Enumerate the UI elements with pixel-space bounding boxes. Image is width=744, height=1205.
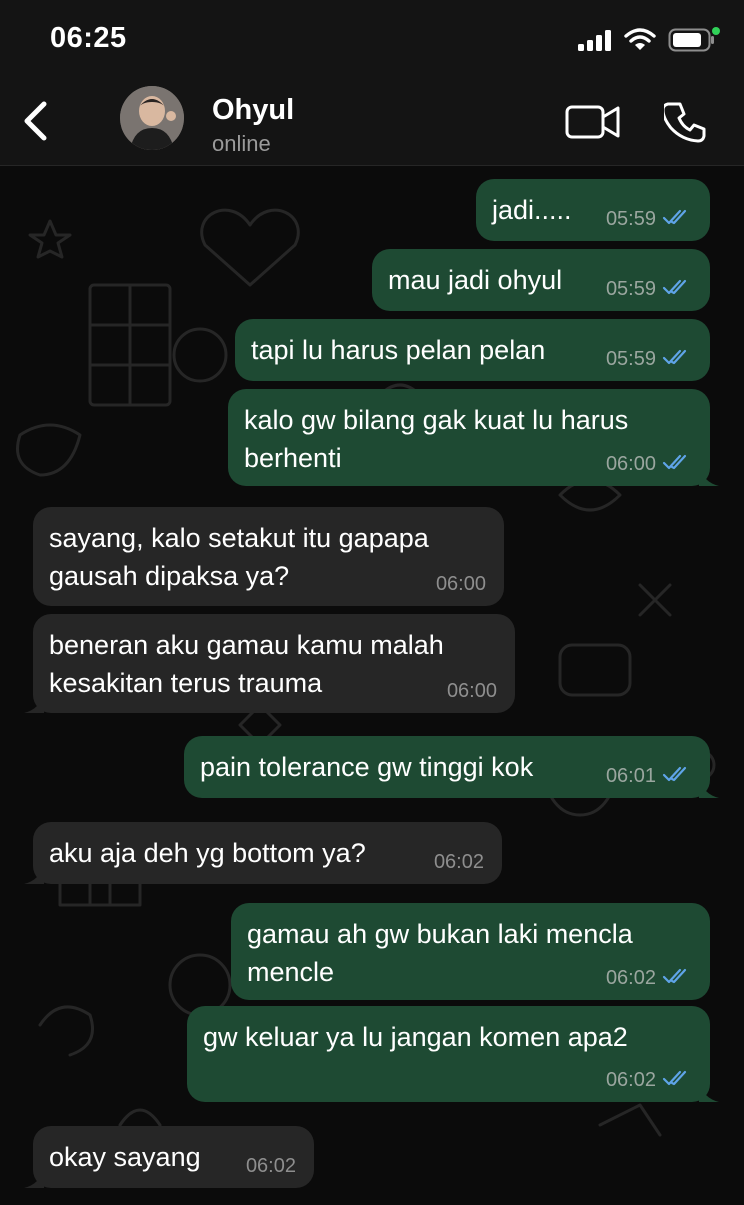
- video-camera-icon: [565, 103, 621, 146]
- contact-status: online: [212, 131, 271, 156]
- message-time: 06:00: [605, 453, 656, 475]
- message-time: 06:00: [435, 573, 486, 595]
- bubble-tail: [24, 693, 44, 713]
- message-meta: 06:02: [606, 967, 692, 990]
- message-time: 05:59: [605, 208, 656, 230]
- double-check-icon: [662, 967, 692, 990]
- message-text: aku aja deh yg bottom ya?: [49, 838, 366, 868]
- message-meta: 06:00: [606, 453, 692, 476]
- bubble-tail: [699, 1082, 719, 1102]
- battery-icon: [668, 27, 720, 58]
- message-bubble-incoming[interactable]: sayang, kalo setakut itu gapapa gausah d…: [33, 507, 504, 606]
- contact-name[interactable]: Ohyul: [212, 94, 294, 127]
- message-time: 06:02: [433, 851, 484, 873]
- message-meta: 05:59: [606, 278, 692, 301]
- message-bubble-outgoing[interactable]: pain tolerance gw tinggi kok 06:01: [184, 736, 719, 798]
- double-check-icon: [662, 1069, 692, 1092]
- message-bubble-outgoing[interactable]: tapi lu harus pelan pelan 05:59: [235, 319, 710, 381]
- phone-icon: [661, 101, 706, 148]
- wifi-icon: [624, 28, 656, 57]
- message-bubble-incoming[interactable]: okay sayang 06:02: [24, 1126, 314, 1188]
- video-call-button[interactable]: [562, 102, 624, 146]
- double-check-icon: [662, 208, 692, 231]
- message-time: 06:02: [605, 967, 656, 989]
- message-meta: 06:01: [606, 765, 692, 788]
- double-check-icon: [662, 453, 692, 476]
- status-icons: [578, 27, 720, 58]
- message-time: 05:59: [605, 278, 656, 300]
- double-check-icon: [662, 765, 692, 788]
- bubble-tail: [699, 778, 719, 798]
- message-text: gw keluar ya lu jangan komen apa2: [203, 1022, 628, 1052]
- message-bubble-incoming[interactable]: aku aja deh yg bottom ya? 06:02: [24, 822, 502, 884]
- chat-header: Ohyul online: [0, 82, 744, 166]
- message-text: beneran aku gamau kamu malah kesakitan t…: [49, 630, 452, 698]
- back-button[interactable]: [14, 98, 56, 148]
- message-time: 06:01: [605, 765, 656, 787]
- message-bubble-incoming[interactable]: beneran aku gamau kamu malah kesakitan t…: [24, 614, 515, 713]
- message-time: 05:59: [605, 348, 656, 370]
- contact-avatar[interactable]: [120, 86, 184, 150]
- message-meta: 05:59: [606, 348, 692, 371]
- message-list[interactable]: jadi..... 05:59 mau jadi ohyul 05:59 tap…: [0, 165, 744, 1200]
- bubble-tail: [24, 864, 44, 884]
- bubble-tail: [24, 1168, 44, 1188]
- status-bar: 06:25: [0, 0, 744, 82]
- message-meta: 06:02: [246, 1155, 296, 1178]
- double-check-icon: [662, 348, 692, 371]
- message-bubble-outgoing[interactable]: mau jadi ohyul 05:59: [372, 249, 710, 311]
- message-meta: 06:02: [606, 1069, 692, 1092]
- chevron-left-icon: [22, 100, 48, 147]
- message-meta: 06:00: [447, 680, 497, 703]
- message-time: 06:02: [605, 1069, 656, 1091]
- message-bubble-outgoing[interactable]: kalo gw bilang gak kuat lu harus berhent…: [228, 389, 719, 486]
- message-text: sayang, kalo setakut itu gapapa gausah d…: [49, 523, 437, 591]
- message-meta: 06:00: [436, 573, 486, 596]
- message-meta: 06:02: [434, 851, 484, 874]
- message-meta: 05:59: [606, 208, 692, 231]
- status-time: 06:25: [50, 22, 127, 54]
- bubble-tail: [699, 466, 719, 486]
- message-bubble-outgoing[interactable]: gw keluar ya lu jangan komen apa2 06:02: [187, 1006, 719, 1102]
- message-bubble-outgoing[interactable]: gamau ah gw bukan laki mencla mencle 06:…: [231, 903, 710, 1000]
- cellular-signal-icon: [578, 29, 612, 56]
- double-check-icon: [662, 278, 692, 301]
- message-bubble-outgoing[interactable]: jadi..... 05:59: [476, 179, 710, 241]
- message-time: 06:02: [245, 1155, 296, 1177]
- voice-call-button[interactable]: [660, 100, 710, 148]
- message-time: 06:00: [446, 680, 497, 702]
